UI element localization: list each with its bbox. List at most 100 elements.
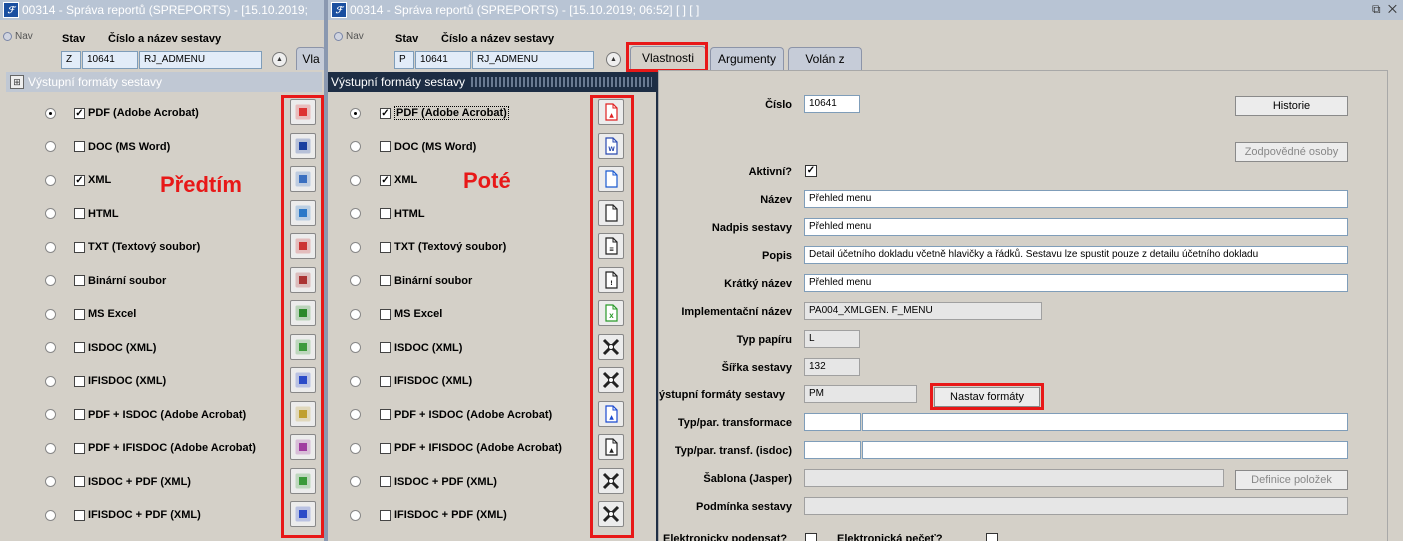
format-checkbox[interactable] xyxy=(380,208,391,219)
format-row[interactable]: HTML xyxy=(45,199,119,229)
format-checkbox[interactable] xyxy=(74,342,85,353)
transformace-isdoc-param-field[interactable] xyxy=(862,441,1348,459)
format-checkbox[interactable] xyxy=(74,476,85,487)
format-checkbox[interactable] xyxy=(74,442,85,454)
format-checkbox[interactable] xyxy=(380,275,391,286)
format-checkbox[interactable] xyxy=(380,476,391,487)
format-radio[interactable] xyxy=(350,208,361,219)
format-checkbox[interactable]: ✓ xyxy=(380,107,391,119)
format-radio[interactable] xyxy=(45,442,56,454)
format-checkbox[interactable] xyxy=(74,308,85,320)
format-radio[interactable] xyxy=(350,342,361,353)
format-row[interactable]: IFISDOC + PDF (XML) xyxy=(45,500,201,530)
format-checkbox[interactable] xyxy=(74,409,85,420)
transformace-param-field[interactable] xyxy=(862,413,1348,431)
format-radio[interactable] xyxy=(350,107,361,119)
format-radio[interactable] xyxy=(350,476,361,487)
format-radio[interactable] xyxy=(45,208,56,219)
tab-volan-z[interactable]: Volán z xyxy=(788,47,862,70)
format-checkbox[interactable] xyxy=(74,141,85,152)
format-row[interactable]: ✓ XML xyxy=(350,165,417,195)
format-row[interactable]: DOC (MS Word) xyxy=(45,132,170,162)
format-checkbox[interactable] xyxy=(74,375,85,387)
format-radio[interactable] xyxy=(350,442,361,454)
format-radio[interactable] xyxy=(45,174,56,186)
zodpovedne-osoby-button[interactable]: Zodpovědné osoby xyxy=(1235,142,1348,162)
format-checkbox[interactable] xyxy=(380,342,391,353)
format-radio[interactable] xyxy=(350,375,361,387)
definice-polozek-button[interactable]: Definice položek xyxy=(1235,470,1348,490)
cislo-field-right[interactable]: 10641 xyxy=(415,51,471,69)
format-radio[interactable] xyxy=(350,509,361,521)
nazev-field[interactable]: Přehled menu xyxy=(804,190,1348,208)
tab-vlastnosti-left-partial[interactable]: Vla xyxy=(296,47,326,70)
format-radio[interactable] xyxy=(45,275,56,286)
format-checkbox[interactable] xyxy=(380,141,391,152)
transformace-isdoc-type-field[interactable] xyxy=(804,441,861,459)
format-radio[interactable] xyxy=(45,342,56,353)
panel-close-icon[interactable]: ⊞ xyxy=(10,75,24,89)
format-row[interactable]: ISDOC + PDF (XML) xyxy=(45,467,191,497)
format-row[interactable]: Binární soubor xyxy=(350,266,472,296)
format-row[interactable]: ISDOC (XML) xyxy=(45,333,156,363)
format-row[interactable]: ISDOC (XML) xyxy=(350,333,462,363)
format-checkbox[interactable] xyxy=(380,509,391,521)
format-radio[interactable] xyxy=(350,141,361,152)
format-row[interactable]: ✓ PDF (Adobe Acrobat) xyxy=(350,98,509,128)
format-checkbox[interactable] xyxy=(380,375,391,387)
format-row[interactable]: PDF + ISDOC (Adobe Acrobat) xyxy=(45,400,246,430)
format-row[interactable]: IFISDOC (XML) xyxy=(45,366,166,396)
format-row[interactable]: ✓ PDF (Adobe Acrobat) xyxy=(45,98,199,128)
format-checkbox[interactable]: ✓ xyxy=(74,107,85,119)
el-podpis-checkbox[interactable] xyxy=(805,533,817,541)
format-row[interactable]: ISDOC + PDF (XML) xyxy=(350,467,497,497)
format-checkbox[interactable] xyxy=(74,275,85,286)
format-radio[interactable] xyxy=(350,241,361,253)
nav-button-left[interactable]: Nav xyxy=(3,31,33,42)
nadpis-field[interactable]: Přehled menu xyxy=(804,218,1348,236)
format-radio[interactable] xyxy=(45,141,56,152)
format-checkbox[interactable] xyxy=(74,509,85,521)
format-row[interactable]: MS Excel xyxy=(350,299,442,329)
format-row[interactable]: DOC (MS Word) xyxy=(350,132,476,162)
format-radio[interactable] xyxy=(45,241,56,253)
scroll-up-icon[interactable]: ▲ xyxy=(272,52,287,67)
format-row[interactable]: MS Excel xyxy=(45,299,136,329)
historie-button[interactable]: Historie xyxy=(1235,96,1348,116)
format-radio[interactable] xyxy=(45,509,56,521)
stav-field-right[interactable]: P xyxy=(394,51,414,69)
popis-field[interactable]: Detail účetního dokladu včetně hlavičky … xyxy=(804,246,1348,264)
format-row[interactable]: PDF + IFISDOC (Adobe Acrobat) xyxy=(350,433,562,463)
format-radio[interactable] xyxy=(350,275,361,286)
tab-argumenty[interactable]: Argumenty xyxy=(710,47,784,70)
format-checkbox[interactable]: ✓ xyxy=(380,174,391,186)
window-controls[interactable]: ⧉ ✕ xyxy=(1372,2,1399,17)
format-checkbox[interactable]: ✓ xyxy=(74,174,85,186)
format-radio[interactable] xyxy=(45,107,56,119)
format-radio[interactable] xyxy=(45,476,56,487)
format-row[interactable]: PDF + ISDOC (Adobe Acrobat) xyxy=(350,400,552,430)
format-checkbox[interactable] xyxy=(380,241,391,253)
format-radio[interactable] xyxy=(45,375,56,387)
format-row[interactable]: PDF + IFISDOC (Adobe Acrobat) xyxy=(45,433,256,463)
format-checkbox[interactable] xyxy=(74,208,85,219)
format-checkbox[interactable] xyxy=(380,442,391,454)
format-row[interactable]: TXT (Textový soubor) xyxy=(45,232,200,262)
format-checkbox[interactable] xyxy=(380,409,391,420)
nazev-field-left[interactable]: RJ_ADMENU xyxy=(139,51,262,69)
stav-field-left[interactable]: Z xyxy=(61,51,81,69)
cislo-field-left[interactable]: 10641 xyxy=(82,51,138,69)
format-radio[interactable] xyxy=(45,308,56,320)
format-checkbox[interactable] xyxy=(74,241,85,253)
transformace-type-field[interactable] xyxy=(804,413,861,431)
format-row[interactable]: HTML xyxy=(350,199,425,229)
format-row[interactable]: TXT (Textový soubor) xyxy=(350,232,506,262)
format-checkbox[interactable] xyxy=(380,308,391,320)
kratky-nazev-field[interactable]: Přehled menu xyxy=(804,274,1348,292)
format-radio[interactable] xyxy=(350,174,361,186)
nav-button-right[interactable]: Nav xyxy=(334,31,364,42)
nazev-field-right[interactable]: RJ_ADMENU xyxy=(472,51,594,69)
scroll-up-icon[interactable]: ▲ xyxy=(606,52,621,67)
format-radio[interactable] xyxy=(45,409,56,420)
cislo-field[interactable]: 10641 xyxy=(804,95,860,113)
